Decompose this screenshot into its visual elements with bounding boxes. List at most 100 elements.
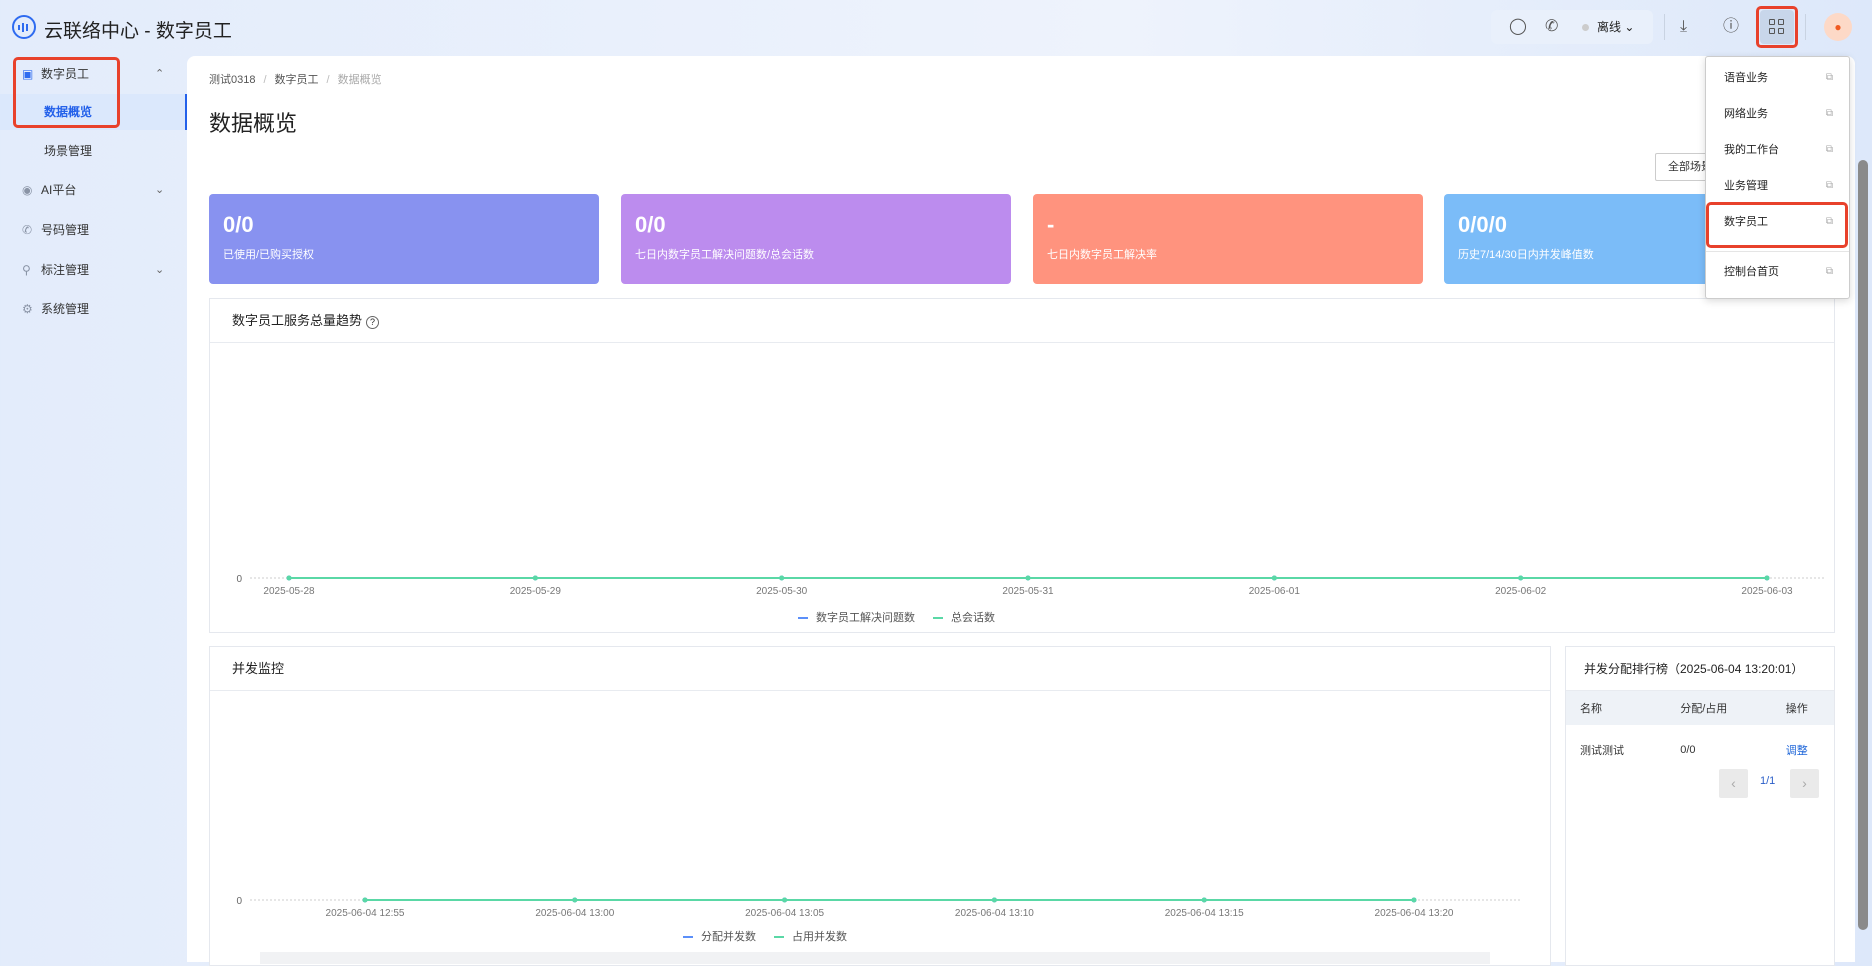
gear-icon: ⚙ <box>22 302 33 316</box>
menu-label: 网络业务 <box>1724 108 1768 120</box>
help-icon[interactable]: ⓘ <box>1723 17 1739 37</box>
menu-item-business[interactable]: 业务管理 ⧉ <box>1706 168 1849 204</box>
next-page-button[interactable]: › <box>1790 769 1819 798</box>
column-header: 名称 <box>1566 691 1667 725</box>
label: 标注管理 <box>41 263 90 277</box>
sidebar: ▣ 数字员工 ⌃ 数据概览 场景管理 ◉ AI平台 ⌄ ✆ 号码管理 ⚲ 标注管理 ⌄ ⚙ 系统… <box>0 56 187 962</box>
chat-icon[interactable]: ◯ <box>1509 17 1527 37</box>
column-header: 操作 <box>1771 691 1834 725</box>
page-indicator: 1/1 <box>1760 775 1776 787</box>
cell-value: 0/0 <box>1680 744 1696 756</box>
data-point <box>286 575 292 581</box>
legend-item[interactable]: 数字员工解决问题数 <box>816 612 915 624</box>
x-tick-label: 2025-06-04 13:05 <box>745 908 824 919</box>
menu-item-voice[interactable]: 语音业务 ⧉ <box>1706 60 1849 96</box>
legend-item[interactable]: 占用并发数 <box>792 931 847 943</box>
concurrency-panel: 并发监控 0 2025-06-04 12:55 2025-06-04 13:00 20… <box>209 646 1551 966</box>
sidebar-item-digital-employee[interactable]: ▣ 数字员工 ⌃ <box>0 56 187 92</box>
sidebar-item-data-overview[interactable]: 数据概览 <box>0 94 187 130</box>
menu-item-workbench[interactable]: 我的工作台 ⧉ <box>1706 132 1849 168</box>
breadcrumb-item[interactable]: 数字员工 <box>275 74 319 86</box>
x-tick-label: 2025-06-04 13:10 <box>955 908 1034 919</box>
x-tick-label: 2025-05-30 <box>756 586 808 597</box>
x-tick-label: 2025-06-01 <box>1249 586 1301 597</box>
breadcrumb: 测试0318/数字员工 / 数据概览 <box>209 74 382 86</box>
legend-swatch <box>683 936 693 939</box>
panel-title: 并发监控 <box>232 661 285 676</box>
external-link-icon: ⧉ <box>1825 180 1833 191</box>
data-point <box>1411 897 1417 903</box>
breadcrumb-item[interactable]: 测试0318 <box>209 74 255 86</box>
data-point <box>1025 575 1031 581</box>
menu-item-digital-employee[interactable]: 数字员工 ⧉ <box>1706 204 1849 240</box>
logo-icon <box>12 15 36 39</box>
external-link-icon: ⧉ <box>1825 266 1833 277</box>
help-icon[interactable]: ? <box>366 316 380 329</box>
column-header: 分配/占用 <box>1666 691 1772 725</box>
menu-item-console-home[interactable]: 控制台首页 ⧉ <box>1706 254 1849 290</box>
stat-value: - <box>1047 212 1055 237</box>
y-tick-label: 0 <box>236 574 242 585</box>
sidebar-item-annotation-management[interactable]: ⚲ 标注管理 ⌄ <box>0 252 187 288</box>
y-tick-label: 0 <box>236 896 242 907</box>
stat-value: 0/0 <box>223 212 254 237</box>
x-tick-label: 2025-06-04 13:00 <box>535 908 614 919</box>
data-point <box>1518 575 1524 581</box>
status-label: 离线 <box>1597 20 1622 34</box>
menu-label: 数字员工 <box>1724 216 1768 228</box>
legend-item[interactable]: 总会话数 <box>951 612 995 624</box>
menu-label: 语音业务 <box>1724 72 1768 84</box>
robot-icon: ▣ <box>22 67 34 81</box>
data-point <box>782 897 788 903</box>
apps-dropdown-menu: 语音业务 ⧉ 网络业务 ⧉ 我的工作台 ⧉ 业务管理 ⧉ 数字员工 ⧉ 控制台首页 ⧉ <box>1705 56 1850 299</box>
prev-page-button[interactable]: ‹ <box>1719 769 1748 798</box>
datazoom-slider[interactable] <box>260 952 1490 964</box>
x-tick-label: 2025-06-04 13:15 <box>1165 908 1244 919</box>
avatar[interactable]: ● <box>1824 13 1852 41</box>
x-tick-label: 2025-06-04 13:20 <box>1375 908 1454 919</box>
sidebar-item-ai-platform[interactable]: ◉ AI平台 ⌄ <box>0 172 187 208</box>
external-link-icon: ⧉ <box>1825 144 1833 155</box>
data-point <box>532 575 538 581</box>
data-point <box>779 575 785 581</box>
legend-swatch <box>774 936 784 939</box>
apps-grid-button[interactable] <box>1760 10 1794 44</box>
status-dropdown[interactable]: 离线 ⌄ <box>1582 10 1634 44</box>
chevron-down-icon: ⌄ <box>1624 20 1635 34</box>
external-link-icon: ⧉ <box>1825 108 1833 119</box>
sidebar-item-number-management[interactable]: ✆ 号码管理 <box>0 212 187 248</box>
stat-card-license: 0/0 已使用/已购买授权 <box>209 194 599 284</box>
data-point <box>1764 575 1770 581</box>
stat-card-rate: - 七日内数字员工解决率 <box>1033 194 1423 284</box>
legend-swatch <box>933 617 943 620</box>
sidebar-item-system-management[interactable]: ⚙ 系统管理 <box>0 291 187 327</box>
chevron-up-icon: ⌃ <box>155 68 165 80</box>
menu-item-network[interactable]: 网络业务 ⧉ <box>1706 96 1849 132</box>
data-point <box>1271 575 1277 581</box>
panel-title: 数字员工服务总量趋势 <box>232 313 363 328</box>
x-tick-label: 2025-05-28 <box>263 586 315 597</box>
cell-name: 测试测试 <box>1580 745 1624 757</box>
sidebar-item-scene-management[interactable]: 场景管理 <box>0 133 187 169</box>
concurrency-legend: 分配并发数 占用并发数 <box>665 928 847 944</box>
external-link-icon: ⧉ <box>1825 216 1833 227</box>
label: AI平台 <box>41 183 77 197</box>
stat-label: 七日内数字员工解决率 <box>1047 249 1157 261</box>
trend-legend: 数字员工解决问题数 总会话数 <box>780 609 995 625</box>
divider <box>1664 14 1665 40</box>
legend-swatch <box>798 617 808 620</box>
stat-label: 已使用/已购买授权 <box>223 249 315 261</box>
legend-item[interactable]: 分配并发数 <box>701 931 756 943</box>
stat-label: 七日内数字员工解决问题数/总会话数 <box>635 249 815 261</box>
scrollbar[interactable] <box>1858 160 1868 930</box>
menu-label: 我的工作台 <box>1724 144 1779 156</box>
adjust-link[interactable]: 调整 <box>1772 725 1834 775</box>
phone-icon[interactable]: ✆ <box>1545 17 1558 37</box>
stat-label: 历史7/14/30日内并发峰值数 <box>1458 249 1594 261</box>
panel-title: 并发分配排行榜（2025-06-04 13:20:01） <box>1566 647 1834 691</box>
stat-value: 0/0/0 <box>1458 212 1507 237</box>
concurrency-chart: 0 2025-06-04 12:55 2025-06-04 13:00 2025-06… <box>236 896 1520 919</box>
chevron-down-icon: ⌄ <box>155 264 165 276</box>
main-content: 测试0318/数字员工 / 数据概览 数据概览 全部场景 0/0 已使用/已购买授权 … <box>187 56 1855 966</box>
download-icon[interactable]: ⤓ <box>1680 17 1687 37</box>
